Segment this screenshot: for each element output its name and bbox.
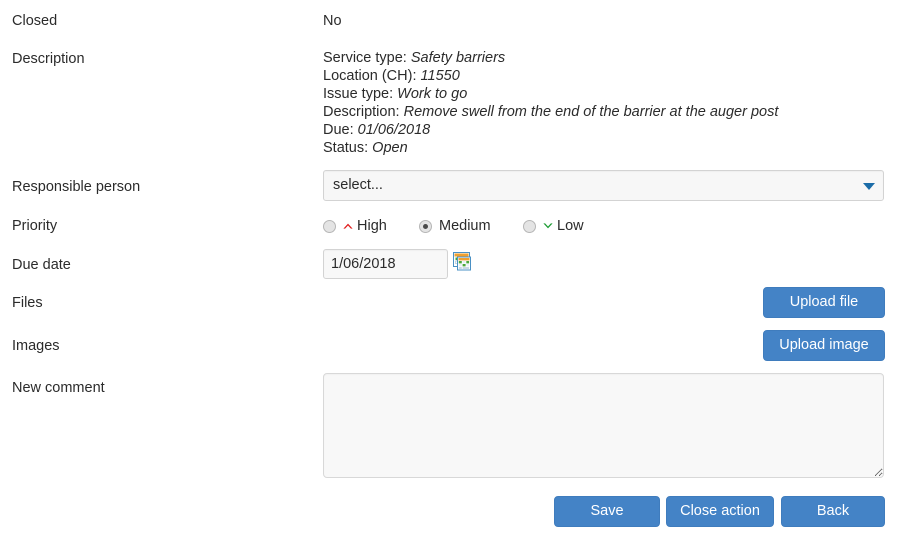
description-value-text: Work to go: [397, 86, 467, 102]
field-row-closed: Closed No: [0, 12, 912, 36]
description-key: Description:: [323, 104, 400, 120]
responsible-person-select[interactable]: select...: [323, 170, 884, 201]
description-line-due: Due: 01/06/2018: [323, 122, 778, 140]
action-detail-form: Closed No Description Service type: Safe…: [0, 0, 912, 539]
new-comment-label: New comment: [12, 379, 105, 397]
field-row-new-comment: New comment: [0, 373, 912, 478]
field-row-responsible-person: Responsible person select...: [0, 170, 912, 204]
calendar-icon[interactable]: [453, 252, 472, 271]
description-value-text: 11550: [421, 68, 460, 84]
files-label: Files: [12, 294, 43, 312]
priority-label: Priority: [12, 217, 57, 235]
description-line-issue-type: Issue type: Work to go: [323, 86, 778, 104]
priority-radio-medium[interactable]: [419, 220, 432, 233]
back-button[interactable]: Back: [781, 496, 885, 527]
field-row-files: Files Upload file: [0, 287, 912, 319]
priority-label-medium: Medium: [439, 218, 491, 234]
priority-radio-low[interactable]: [523, 220, 536, 233]
description-value-text: Remove swell from the end of the barrier…: [404, 104, 779, 120]
priority-option-low[interactable]: Low: [523, 215, 584, 237]
images-label: Images: [12, 337, 60, 355]
save-button[interactable]: Save: [554, 496, 660, 527]
field-row-description: Description Service type: Safety barrier…: [0, 50, 912, 162]
description-line-status: Status: Open: [323, 140, 778, 158]
priority-option-high[interactable]: High: [323, 215, 387, 237]
description-line-service-type: Service type: Safety barriers: [323, 50, 778, 68]
description-key: Service type:: [323, 50, 407, 66]
closed-value: No: [323, 12, 342, 30]
upload-image-button[interactable]: Upload image: [763, 330, 885, 361]
priority-option-medium[interactable]: Medium: [419, 215, 491, 237]
due-date-input[interactable]: [323, 249, 448, 279]
priority-radio-high[interactable]: [323, 220, 336, 233]
description-value-text: Safety barriers: [411, 50, 505, 66]
field-row-images: Images Upload image: [0, 330, 912, 362]
description-value-text: 01/06/2018: [358, 122, 431, 138]
description-key: Status:: [323, 140, 368, 156]
responsible-person-label: Responsible person: [12, 178, 140, 196]
description-key: Issue type:: [323, 86, 393, 102]
due-date-label: Due date: [12, 256, 71, 274]
chevron-up-icon: [341, 219, 355, 233]
description-label: Description: [12, 50, 85, 68]
close-action-button[interactable]: Close action: [666, 496, 774, 527]
description-key: Due:: [323, 122, 354, 138]
upload-file-button[interactable]: Upload file: [763, 287, 885, 318]
field-row-priority: Priority High Medium: [0, 215, 912, 239]
description-line-location: Location (CH): 11550: [323, 68, 778, 86]
closed-label: Closed: [12, 12, 57, 30]
field-row-due-date: Due date: [0, 249, 912, 283]
responsible-person-selected-value: select...: [333, 177, 383, 193]
priority-label-high: High: [357, 218, 387, 234]
description-line-description: Description: Remove swell from the end o…: [323, 104, 778, 122]
chevron-down-icon: [863, 183, 875, 190]
new-comment-textarea[interactable]: [323, 373, 884, 478]
form-action-bar: Save Close action Back: [0, 496, 912, 527]
description-value: Service type: Safety barriers Location (…: [323, 50, 778, 157]
description-key: Location (CH):: [323, 68, 416, 84]
priority-label-low: Low: [557, 218, 584, 234]
description-value-text: Open: [372, 140, 407, 156]
chevron-down-icon: [541, 219, 555, 233]
